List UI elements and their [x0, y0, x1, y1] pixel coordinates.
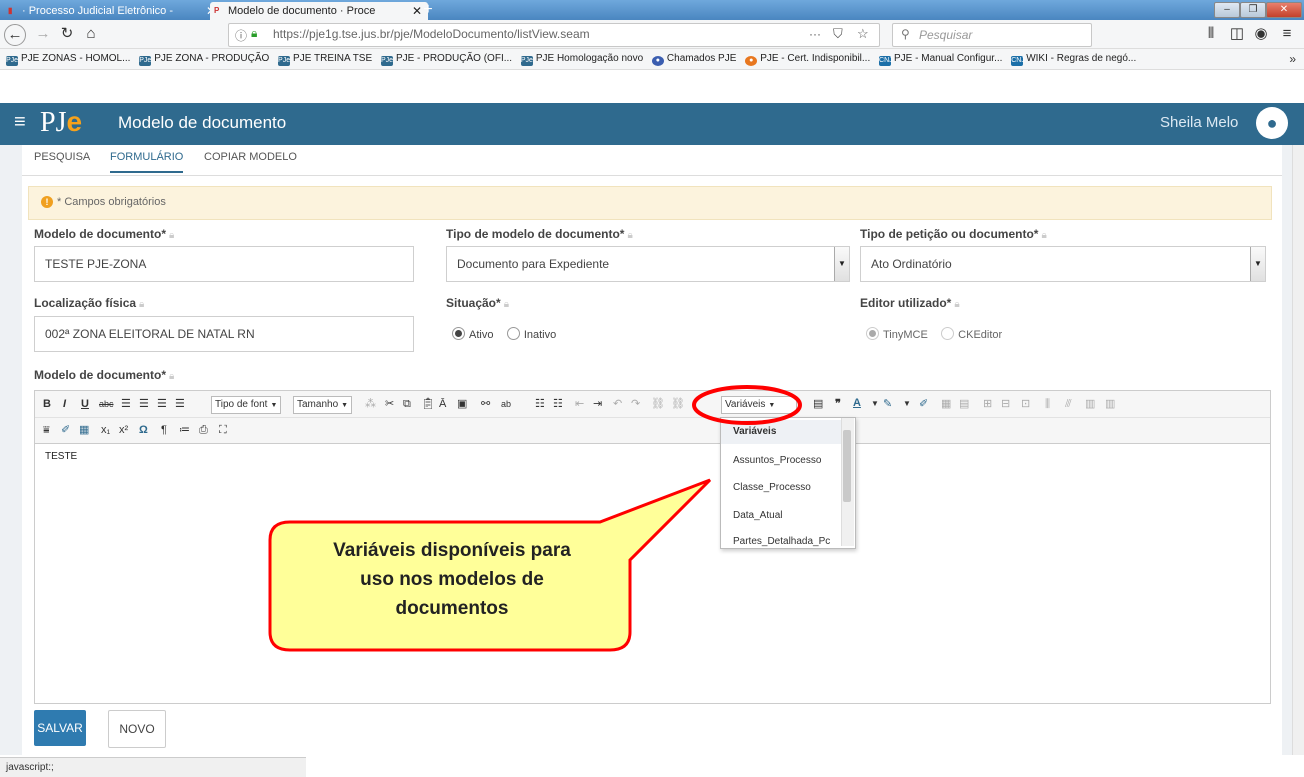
new-button[interactable]: NOVO: [108, 710, 166, 748]
callout-annotation: [268, 385, 802, 652]
highlight-ellipse: [692, 385, 802, 425]
status-bar: javascript:;: [0, 757, 306, 777]
save-button[interactable]: SALVAR: [34, 710, 86, 746]
callout-text: Variáveis disponíveis para uso nos model…: [333, 540, 571, 619]
